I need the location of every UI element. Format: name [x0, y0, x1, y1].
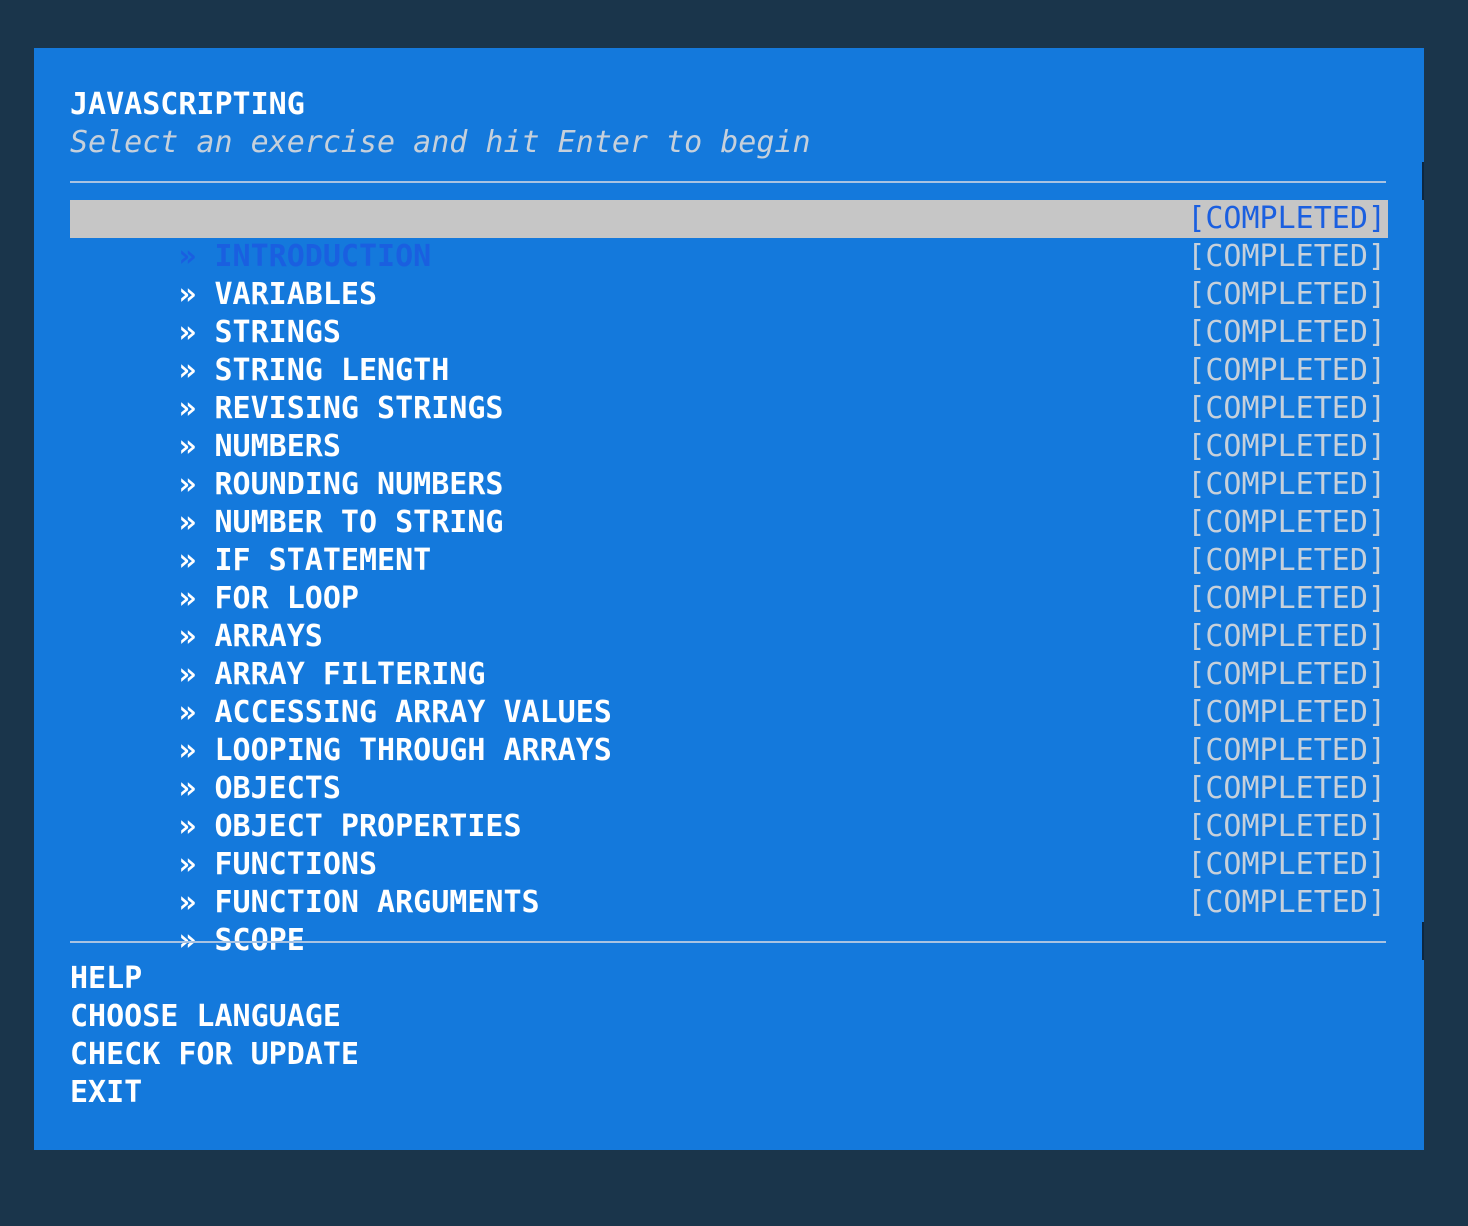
bottom-edge-mark — [1422, 922, 1424, 960]
top-divider — [70, 181, 1386, 183]
exercise-status: [COMPLETED] — [1187, 885, 1386, 920]
exercise-item-object-properties[interactable]: » OBJECT PROPERTIES [COMPLETED] — [70, 770, 1388, 844]
exercise-status: [COMPLETED] — [1187, 429, 1386, 464]
exercise-item-numbers[interactable]: » NUMBERS [COMPLETED] — [70, 390, 1388, 464]
menu-item-help[interactable]: HELP — [70, 960, 359, 998]
exercise-item-if-statement[interactable]: » IF STATEMENT [COMPLETED] — [70, 504, 1388, 578]
exercise-item-function-arguments[interactable]: » FUNCTION ARGUMENTS [COMPLETED] — [70, 846, 1388, 920]
exercise-item-scope[interactable]: » SCOPE [COMPLETED] — [70, 884, 1388, 958]
exercise-item-string-length[interactable]: » STRING LENGTH [COMPLETED] — [70, 314, 1388, 388]
exercise-item-looping-through-arrays[interactable]: » LOOPING THROUGH ARRAYS [COMPLETED] — [70, 694, 1388, 768]
footer-menu: HELP CHOOSE LANGUAGE CHECK FOR UPDATE EX… — [70, 960, 359, 1112]
exercise-status: [COMPLETED] — [1187, 771, 1386, 806]
exercise-status: [COMPLETED] — [1187, 695, 1386, 730]
menu-item-exit[interactable]: EXIT — [70, 1074, 359, 1112]
exercise-status: [COMPLETED] — [1187, 619, 1386, 654]
exercise-item-objects[interactable]: » OBJECTS [COMPLETED] — [70, 732, 1388, 806]
exercise-status: [COMPLETED] — [1187, 809, 1386, 844]
exercise-status: [COMPLETED] — [1187, 353, 1386, 388]
exercise-status: [COMPLETED] — [1187, 847, 1386, 882]
exercise-item-introduction[interactable]: » INTRODUCTION [COMPLETED] — [70, 200, 1388, 274]
exercise-status: [COMPLETED] — [1187, 733, 1386, 768]
exercise-status: [COMPLETED] — [1187, 201, 1386, 236]
exercise-status: [COMPLETED] — [1187, 239, 1386, 274]
exercise-status: [COMPLETED] — [1187, 467, 1386, 502]
top-edge-mark — [1422, 162, 1424, 200]
exercise-item-number-to-string[interactable]: » NUMBER TO STRING [COMPLETED] — [70, 466, 1388, 540]
exercise-status: [COMPLETED] — [1187, 391, 1386, 426]
app-title: JAVASCRIPTING — [70, 87, 305, 122]
exercise-status: [COMPLETED] — [1187, 657, 1386, 692]
menu-item-check-for-update[interactable]: CHECK FOR UPDATE — [70, 1036, 359, 1074]
exercise-status: [COMPLETED] — [1187, 505, 1386, 540]
exercise-item-functions[interactable]: » FUNCTIONS [COMPLETED] — [70, 808, 1388, 882]
exercise-list: » INTRODUCTION [COMPLETED] » VARIABLES [… — [70, 200, 1388, 958]
exercise-item-accessing-array-values[interactable]: » ACCESSING ARRAY VALUES [COMPLETED] — [70, 656, 1388, 730]
exercise-item-revising-strings[interactable]: » REVISING STRINGS [COMPLETED] — [70, 352, 1388, 426]
exercise-status: [COMPLETED] — [1187, 315, 1386, 350]
bottom-divider — [70, 941, 1386, 943]
exercise-item-variables[interactable]: » VARIABLES [COMPLETED] — [70, 238, 1388, 312]
terminal-window: JAVASCRIPTING Select an exercise and hit… — [34, 48, 1424, 1150]
exercise-item-arrays[interactable]: » ARRAYS [COMPLETED] — [70, 580, 1388, 654]
instruction-text: Select an exercise and hit Enter to begi… — [70, 125, 811, 160]
exercise-item-rounding-numbers[interactable]: » ROUNDING NUMBERS [COMPLETED] — [70, 428, 1388, 502]
exercise-status: [COMPLETED] — [1187, 543, 1386, 578]
exercise-item-strings[interactable]: » STRINGS [COMPLETED] — [70, 276, 1388, 350]
exercise-item-array-filtering[interactable]: » ARRAY FILTERING [COMPLETED] — [70, 618, 1388, 692]
exercise-status: [COMPLETED] — [1187, 581, 1386, 616]
menu-item-choose-language[interactable]: CHOOSE LANGUAGE — [70, 998, 359, 1036]
exercise-item-for-loop[interactable]: » FOR LOOP [COMPLETED] — [70, 542, 1388, 616]
exercise-status: [COMPLETED] — [1187, 277, 1386, 312]
